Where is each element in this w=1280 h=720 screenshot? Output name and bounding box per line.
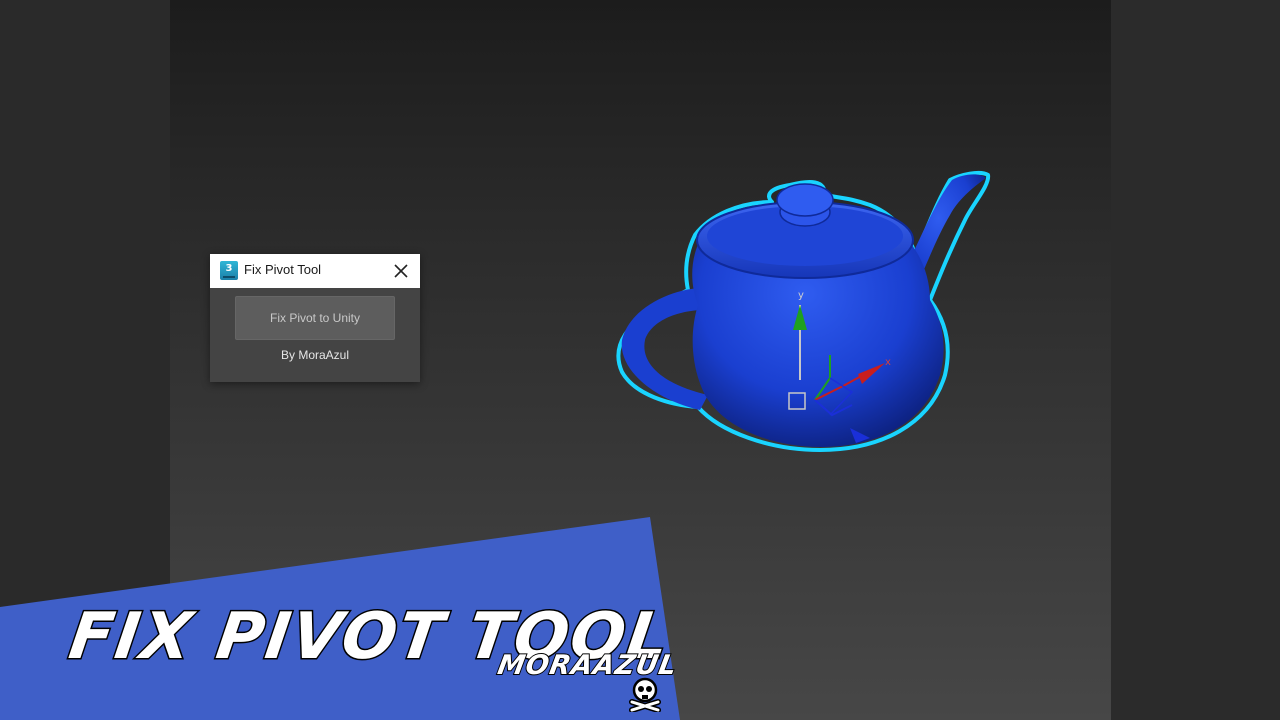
close-icon (394, 264, 408, 278)
teapot-object[interactable]: y x (600, 160, 1000, 460)
dialog-title: Fix Pivot Tool (244, 262, 322, 277)
skull-crossbones-icon (629, 677, 661, 712)
3ds-max-icon: 3 (220, 261, 238, 280)
x-axis-label: x (885, 357, 891, 368)
close-button[interactable] (390, 260, 412, 282)
right-panel (1111, 0, 1280, 720)
fix-pivot-dialog: 3 Fix Pivot Tool Fix Pivot to Unity By M… (210, 254, 420, 382)
dialog-titlebar[interactable]: 3 Fix Pivot Tool (210, 254, 420, 288)
y-axis-label: y (798, 290, 804, 301)
author-credit: By MoraAzul (280, 348, 350, 362)
fix-pivot-to-unity-button[interactable]: Fix Pivot to Unity (235, 296, 395, 340)
